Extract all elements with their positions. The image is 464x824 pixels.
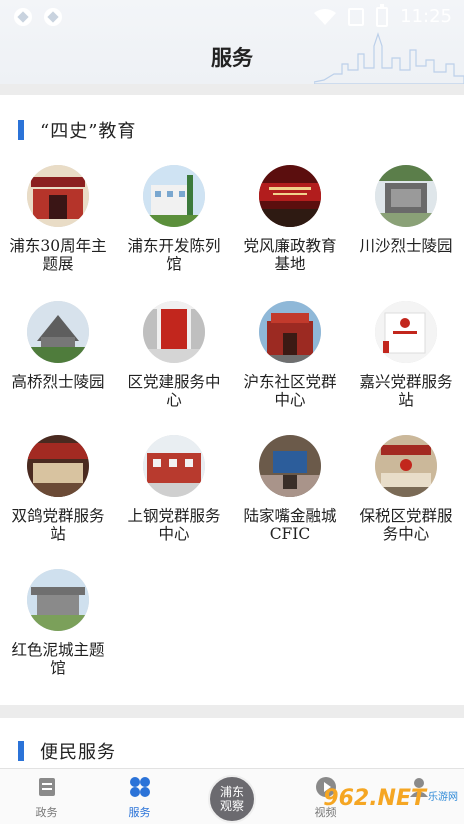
venue-item[interactable]: 川沙烈士陵园: [348, 165, 464, 255]
section-accent-bar: [18, 120, 24, 140]
venue-item[interactable]: 高桥烈士陵园: [0, 301, 116, 391]
section-title: 便民服务: [40, 742, 116, 763]
venue-item[interactable]: 浦东30周年主题展: [0, 165, 116, 273]
service-station-icon: [27, 435, 89, 497]
document-icon: [38, 778, 55, 796]
memorial-icon: [27, 301, 89, 363]
section-header: “四史”教育: [18, 117, 136, 143]
service-center-icon: [143, 301, 205, 363]
status-time: 11:25: [400, 6, 452, 27]
watermark: 962.NET 乐游网: [323, 785, 458, 811]
venue-item[interactable]: 保税区党群服务中心: [348, 435, 464, 543]
wifi-icon: [314, 8, 337, 25]
memorial-icon: [375, 165, 437, 227]
education-base-icon: [259, 165, 321, 227]
finance-city-icon: [259, 435, 321, 497]
venue-item[interactable]: 嘉兴党群服务站: [348, 301, 464, 409]
venue-item[interactable]: 浦东开发陈列馆: [116, 165, 232, 273]
tab-government[interactable]: 政务: [0, 769, 93, 824]
convenience-section: 便民服务: [0, 718, 464, 768]
page-title: 服务: [211, 46, 253, 70]
tab-service[interactable]: 服务: [93, 769, 186, 824]
notification-icon: [44, 8, 62, 26]
exhibition-icon: [27, 165, 89, 227]
venue-item[interactable]: 双鸽党群服务站: [0, 435, 116, 543]
venue-item[interactable]: 沪东社区党群中心: [232, 301, 348, 409]
app-header: 11:25 服务: [0, 0, 464, 84]
service-center-icon: [143, 435, 205, 497]
section-accent-bar: [18, 741, 24, 761]
museum-icon: [143, 165, 205, 227]
venue-item[interactable]: 上钢党群服务中心: [116, 435, 232, 543]
no-sim-icon: [348, 7, 365, 26]
grid-icon: [129, 777, 150, 797]
venue-item[interactable]: 陆家嘴金融城CFIC: [232, 435, 348, 543]
pudong-observe-logo[interactable]: 浦东 观察: [208, 775, 256, 823]
section-title: “四史”教育: [40, 121, 137, 142]
section-header: 便民服务: [18, 738, 116, 764]
service-station-icon: [375, 301, 437, 363]
venue-item[interactable]: 红色泥城主题馆: [0, 569, 116, 677]
education-section: “四史”教育 浦东30周年主题展 浦东开发陈列馆 党风廉政教育基地 川沙烈士陵园…: [0, 95, 464, 705]
service-center-icon: [375, 435, 437, 497]
venue-item[interactable]: 党风廉政教育基地: [232, 165, 348, 273]
community-center-icon: [259, 301, 321, 363]
status-bar: 11:25: [0, 0, 464, 34]
battery-icon: [376, 3, 389, 27]
theme-hall-icon: [27, 569, 89, 631]
venue-item[interactable]: 区党建服务中心: [116, 301, 232, 409]
notification-icon: [14, 8, 32, 26]
